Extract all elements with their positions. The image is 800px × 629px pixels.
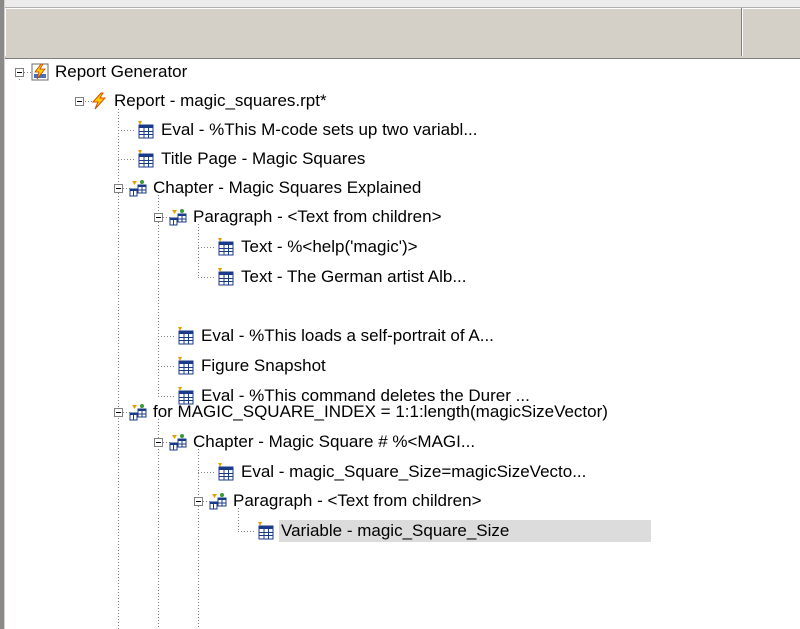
report-generator-icon: [31, 63, 49, 81]
node-label: Eval - magic_Square_Size=magicSizeVecto.…: [241, 462, 587, 481]
component-parent-icon: [129, 404, 147, 421]
node-label: Text - %<help('magic')>: [241, 237, 418, 256]
component-parent-icon: [209, 493, 227, 510]
tree-node-figure-snapshot[interactable]: Figure Snapshot: [177, 353, 328, 379]
tree-node-title-page[interactable]: Title Page - Magic Squares: [137, 146, 367, 172]
collapse-toggle-report-generator[interactable]: [15, 68, 24, 77]
node-label: Report - magic_squares.rpt*: [114, 91, 327, 110]
node-label: Paragraph - <Text from children>: [193, 207, 442, 226]
tree-node-eval-setup[interactable]: Eval - %This M-code sets up two variabl.…: [137, 117, 480, 143]
node-label: Variable - magic_Square_Size: [279, 520, 652, 542]
tree-node-paragraph-1[interactable]: Paragraph - <Text from children>: [169, 204, 444, 230]
collapse-toggle-paragraph-2[interactable]: [194, 497, 203, 506]
component-icon: [178, 327, 194, 345]
column-header-main[interactable]: [5, 8, 742, 56]
tree-node-text-artist[interactable]: Text - The German artist Alb...: [217, 264, 469, 290]
node-label: for MAGIC_SQUARE_INDEX = 1:1:length(magi…: [153, 402, 608, 421]
collapse-toggle-chapter-1[interactable]: [114, 184, 123, 193]
tree-node-variable[interactable]: Variable - magic_Square_Size: [257, 518, 652, 544]
component-icon: [138, 150, 154, 168]
header-strip: [5, 0, 800, 8]
outline-tree: Report Generator Report - magic_squares.…: [5, 59, 800, 629]
tree-node-chapter-explained[interactable]: Chapter - Magic Squares Explained: [129, 175, 423, 201]
component-icon: [218, 463, 234, 481]
node-label: Chapter - Magic Square # %<MAGI...: [193, 432, 476, 451]
collapse-toggle-for-loop[interactable]: [114, 408, 123, 417]
component-parent-icon: [169, 209, 187, 226]
tree-node-paragraph-2[interactable]: Paragraph - <Text from children>: [209, 488, 484, 514]
tree-node-chapter-magic-square[interactable]: Chapter - Magic Square # %<MAGI...: [169, 429, 477, 455]
node-label: Chapter - Magic Squares Explained: [153, 178, 422, 197]
collapse-toggle-paragraph-1[interactable]: [154, 213, 163, 222]
node-label: Report Generator: [55, 62, 188, 81]
tree-node-eval-square-size[interactable]: Eval - magic_Square_Size=magicSizeVecto.…: [217, 459, 588, 485]
collapse-toggle-report[interactable]: [75, 97, 84, 106]
tree-node-text-help[interactable]: Text - %<help('magic')>: [217, 234, 420, 260]
node-label: Title Page - Magic Squares: [161, 149, 366, 168]
component-icon: [138, 121, 154, 139]
tree-node-report[interactable]: Report - magic_squares.rpt*: [90, 88, 329, 114]
report-icon: [91, 92, 107, 110]
node-label: Figure Snapshot: [201, 356, 326, 375]
header-bar: [5, 0, 800, 59]
node-label: Text - The German artist Alb...: [241, 267, 467, 286]
node-label: Paragraph - <Text from children>: [233, 491, 482, 510]
report-explorer-window: Report Generator Report - magic_squares.…: [0, 0, 800, 629]
tree-node-for-loop[interactable]: for MAGIC_SQUARE_INDEX = 1:1:length(magi…: [129, 399, 610, 425]
component-icon: [218, 268, 234, 286]
tree-node-report-generator[interactable]: Report Generator: [31, 59, 189, 85]
component-icon: [258, 522, 274, 540]
column-header-side[interactable]: [742, 8, 800, 56]
component-parent-icon: [169, 434, 187, 451]
tree-node-eval-self-portrait[interactable]: Eval - %This loads a self-portrait of A.…: [177, 323, 496, 349]
node-label: Eval - %This loads a self-portrait of A.…: [201, 326, 494, 345]
component-parent-icon: [129, 180, 147, 197]
component-icon: [218, 238, 234, 256]
component-icon: [178, 357, 194, 375]
collapse-toggle-chapter-2[interactable]: [154, 438, 163, 447]
node-label: Eval - %This M-code sets up two variabl.…: [161, 120, 478, 139]
